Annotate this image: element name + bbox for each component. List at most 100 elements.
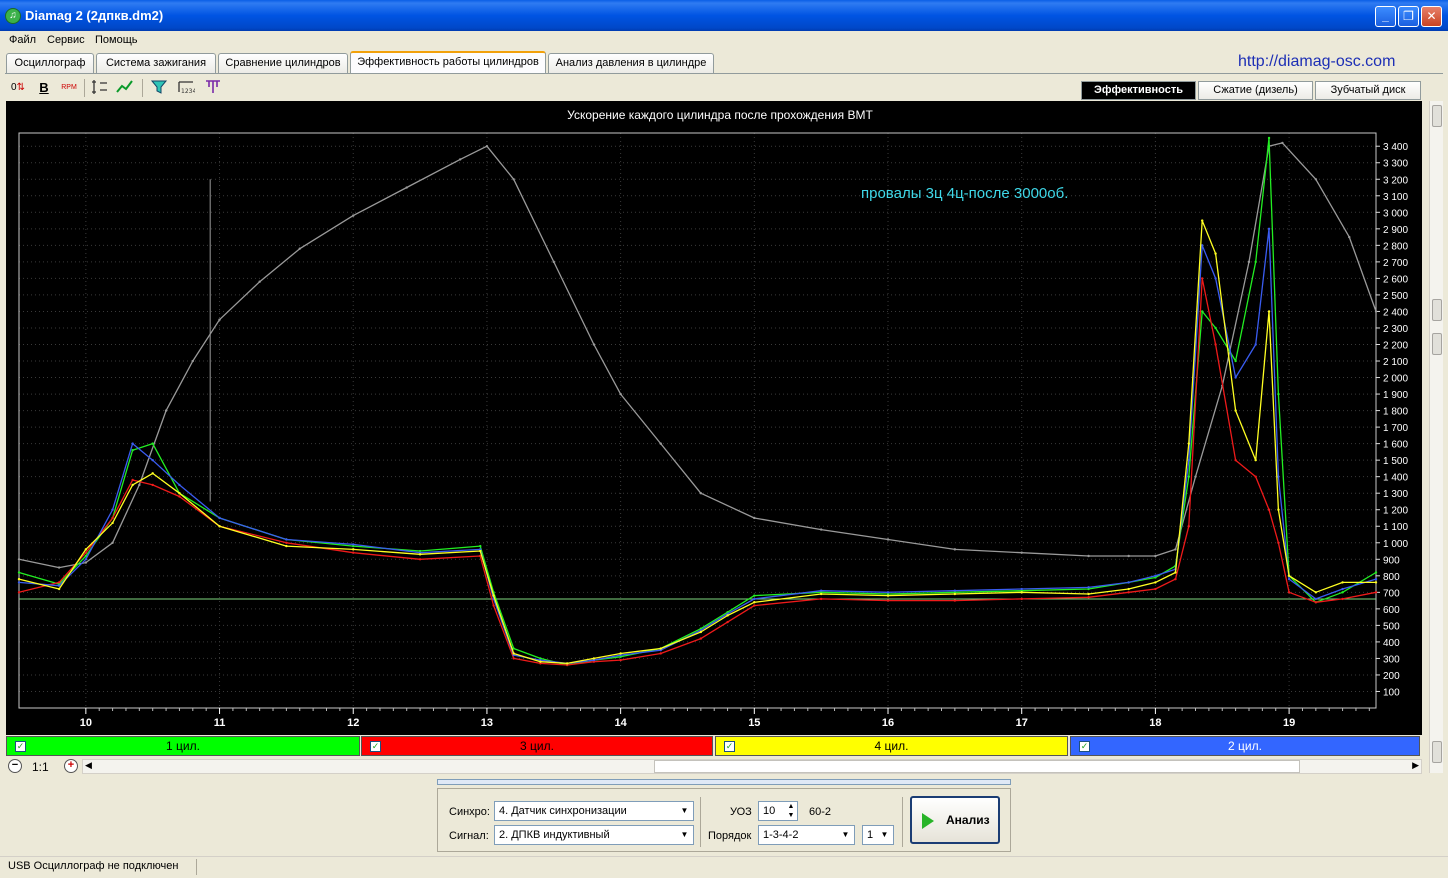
- svg-text:1234: 1234: [181, 88, 195, 95]
- series-point: [485, 145, 489, 148]
- checkbox-icon[interactable]: ✓: [15, 741, 26, 752]
- series-point: [953, 592, 957, 596]
- x-tick-label: 18: [1149, 717, 1161, 729]
- series-point: [151, 472, 154, 475]
- efficiency-chart[interactable]: 100 200 300 400 500 600 700 800 900 1 000 1 100 1 2…: [6, 101, 1422, 735]
- series-point: [819, 597, 823, 601]
- order-value: 1-3-4-2: [763, 829, 799, 841]
- scroll-thumb[interactable]: [1432, 741, 1442, 763]
- scroll-thumb[interactable]: [1432, 299, 1442, 321]
- y-tick-label: 3 100: [1383, 192, 1408, 203]
- y-tick-label: 1 300: [1383, 489, 1408, 500]
- vertical-scrollbar[interactable]: [1429, 101, 1443, 773]
- chevron-down-icon[interactable]: ▼: [676, 802, 693, 820]
- status-separator: [196, 859, 197, 875]
- legend-cyl2[interactable]: ✓ 2 цил.: [1070, 736, 1420, 756]
- tab-pressure-analysis[interactable]: Анализ давления в цилиндре: [548, 53, 714, 73]
- y-tick-label: 500: [1383, 621, 1400, 632]
- series-point: [1281, 141, 1284, 145]
- series-point: [1314, 597, 1318, 601]
- series-point: [1087, 554, 1090, 558]
- order-label: Порядок: [708, 830, 752, 842]
- status-text: USB Осциллограф не подключен: [8, 860, 179, 872]
- legend-cyl4[interactable]: ✓ 4 цил.: [715, 736, 1068, 756]
- numbering-icon[interactable]: 1234: [176, 78, 196, 98]
- series-point: [1287, 577, 1291, 581]
- y-tick-label: 2 500: [1383, 291, 1408, 302]
- chevron-down-icon[interactable]: ▼: [676, 826, 693, 844]
- filter-icon[interactable]: [149, 78, 169, 98]
- zoom-in-button[interactable]: +: [64, 759, 78, 773]
- y-tick-label: 2 000: [1383, 374, 1408, 385]
- offset-button[interactable]: 0⇅: [8, 78, 28, 98]
- tab-oscilloscope[interactable]: Осциллограф: [6, 53, 94, 73]
- uoz-spinner[interactable]: 10 ▲ ▼: [758, 801, 798, 821]
- y-tick-label: 2 400: [1383, 307, 1408, 318]
- zoom-out-button[interactable]: −: [8, 759, 22, 773]
- maximize-button[interactable]: ❐: [1398, 6, 1419, 27]
- series-point: [1267, 136, 1271, 140]
- series-point: [17, 577, 21, 581]
- series-point: [285, 544, 288, 548]
- series-point: [1194, 475, 1197, 478]
- series-point: [1287, 574, 1291, 578]
- legend-cyl1[interactable]: ✓ 1 цил.: [6, 736, 360, 756]
- series-point: [151, 483, 154, 487]
- y-tick-label: 2 900: [1383, 225, 1408, 236]
- series-point: [1020, 551, 1023, 554]
- series-point: [592, 343, 596, 346]
- y-tick-label: 1 900: [1383, 390, 1408, 401]
- subtab-efficiency[interactable]: Эффективность: [1081, 81, 1196, 100]
- series-point: [819, 592, 823, 596]
- x-tick-label: 12: [347, 717, 359, 729]
- series-point: [418, 553, 422, 556]
- site-link[interactable]: http://diamag-osc.com: [1238, 53, 1395, 71]
- marker-icon[interactable]: [203, 78, 223, 98]
- series-line: [18, 142, 1377, 569]
- signal-select[interactable]: 2. ДПКВ индуктивный ▼: [494, 825, 694, 845]
- scroll-thumb[interactable]: [1432, 105, 1442, 127]
- tab-ignition[interactable]: Система зажигания: [96, 53, 216, 73]
- series-point: [753, 604, 756, 607]
- series-point: [352, 214, 355, 217]
- subtab-tooth-wheel[interactable]: Зубчатый диск: [1315, 81, 1421, 100]
- uoz-value: 10: [763, 805, 776, 817]
- series-point: [151, 442, 154, 445]
- series-point: [565, 662, 569, 665]
- tab-cylinder-efficiency[interactable]: Эффективность работы цилиндров: [350, 51, 546, 74]
- scroll-thumb[interactable]: [654, 760, 1300, 773]
- series-point: [1341, 581, 1344, 584]
- scroll-right-icon[interactable]: ▶: [1412, 760, 1419, 771]
- chevron-down-icon[interactable]: ▼: [837, 826, 854, 844]
- series-point: [1254, 343, 1257, 346]
- horizontal-scrollbar[interactable]: ◀ ▶: [82, 759, 1422, 774]
- checkbox-icon[interactable]: ✓: [370, 741, 381, 752]
- panel-splitter[interactable]: [437, 779, 1011, 785]
- checkbox-icon[interactable]: ✓: [724, 741, 735, 752]
- tab-cylinder-compare[interactable]: Сравнение цилиндров: [218, 53, 348, 73]
- analyze-button[interactable]: Анализ: [910, 796, 1000, 844]
- menu-service[interactable]: Сервис: [47, 34, 85, 46]
- order-index-select[interactable]: 1 ▼: [862, 825, 894, 845]
- bold-button[interactable]: B: [34, 78, 54, 98]
- menu-help[interactable]: Помощь: [95, 34, 138, 46]
- close-button[interactable]: ✕: [1421, 6, 1442, 27]
- sync-select[interactable]: 4. Датчик синхронизации ▼: [494, 801, 694, 821]
- chevron-down-icon[interactable]: ▼: [876, 826, 893, 844]
- order-select[interactable]: 1-3-4-2 ▼: [758, 825, 855, 845]
- scale-icon[interactable]: [90, 78, 110, 98]
- trend-icon[interactable]: [115, 78, 135, 98]
- x-tick-label: 13: [481, 717, 493, 729]
- scroll-left-icon[interactable]: ◀: [85, 760, 92, 771]
- series-point: [1214, 343, 1217, 346]
- checkbox-icon[interactable]: ✓: [1079, 741, 1090, 752]
- legend-cyl3[interactable]: ✓ 3 цил.: [361, 736, 713, 756]
- minimize-button[interactable]: _: [1375, 6, 1396, 27]
- y-tick-label: 600: [1383, 605, 1400, 616]
- spinner-icon[interactable]: ▲ ▼: [785, 802, 797, 820]
- menu-file[interactable]: Файл: [9, 34, 36, 46]
- subtab-compression[interactable]: Сжатие (дизель): [1198, 81, 1313, 100]
- scroll-thumb[interactable]: [1432, 333, 1442, 355]
- rpm-button[interactable]: RPM: [59, 78, 79, 98]
- y-tick-label: 200: [1383, 671, 1400, 682]
